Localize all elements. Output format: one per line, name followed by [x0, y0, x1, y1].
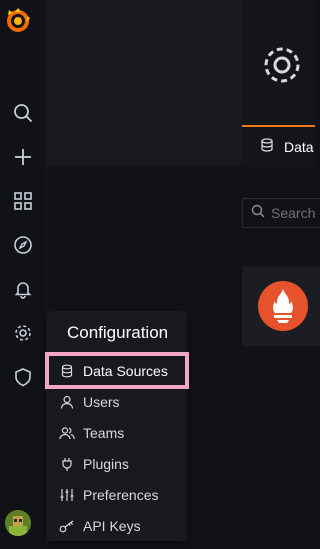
key-icon: [59, 518, 75, 534]
plug-icon: [59, 456, 75, 472]
menu-item-label: Users: [83, 394, 120, 410]
sidebar: [0, 0, 47, 549]
configuration-menu: Configuration Data Sources Users Teams P…: [47, 311, 187, 541]
prometheus-icon: [258, 281, 308, 331]
page-gear-icon: [259, 42, 305, 88]
menu-item-preferences[interactable]: Preferences: [47, 480, 187, 510]
menu-item-api-keys[interactable]: API Keys: [47, 511, 187, 541]
plus-icon[interactable]: [7, 141, 39, 173]
menu-item-plugins[interactable]: Plugins: [47, 449, 187, 479]
menu-item-label: API Keys: [83, 518, 141, 534]
search-icon: [251, 204, 265, 223]
menu-item-teams[interactable]: Teams: [47, 418, 187, 448]
compass-icon[interactable]: [7, 229, 39, 261]
menu-item-label: Plugins: [83, 456, 129, 472]
menu-item-label: Preferences: [83, 487, 159, 503]
user-icon: [59, 394, 75, 410]
menu-item-label: Teams: [83, 425, 125, 441]
datasource-card[interactable]: [242, 266, 320, 346]
users-icon: [59, 425, 75, 441]
tab-data-sources[interactable]: Data: [242, 125, 315, 167]
apps-icon[interactable]: [7, 185, 39, 217]
search-input[interactable]: [271, 205, 320, 221]
avatar[interactable]: [5, 510, 31, 536]
menu-title: Configuration: [67, 323, 169, 342]
search-icon[interactable]: [7, 97, 39, 129]
menu-item-data-sources[interactable]: Data Sources: [47, 356, 187, 386]
database-icon: [260, 138, 274, 155]
bell-icon[interactable]: [7, 273, 39, 305]
grafana-logo-icon[interactable]: [3, 6, 33, 36]
tab-label: Data: [284, 138, 314, 155]
menu-item-users[interactable]: Users: [47, 387, 187, 417]
sliders-icon: [59, 487, 75, 503]
gear-icon[interactable]: [7, 317, 39, 349]
shield-icon[interactable]: [7, 361, 39, 393]
menu-item-label: Data Sources: [83, 363, 168, 379]
database-icon: [59, 363, 75, 379]
search-box[interactable]: [242, 198, 320, 228]
